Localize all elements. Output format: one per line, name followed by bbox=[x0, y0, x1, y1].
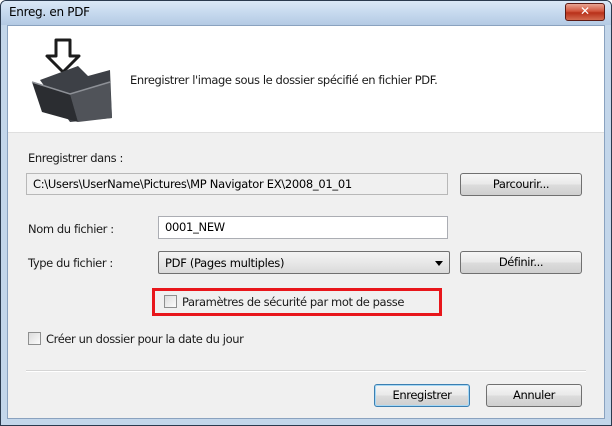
define-button[interactable]: Définir... bbox=[460, 251, 582, 274]
browse-button[interactable]: Parcourir... bbox=[460, 173, 582, 196]
save-to-folder-icon bbox=[31, 38, 112, 122]
save-button[interactable]: Enregistrer bbox=[374, 384, 470, 407]
window-title: Enreg. en PDF bbox=[9, 5, 90, 19]
dialog-content: Enregistrer l'image sous le dossier spéc… bbox=[7, 25, 605, 419]
dialog-description: Enregistrer l'image sous le dossier spéc… bbox=[130, 73, 438, 87]
dialog-header: Enregistrer l'image sous le dossier spéc… bbox=[8, 26, 604, 133]
file-name-input[interactable]: 0001_NEW bbox=[158, 216, 448, 239]
file-type-select[interactable]: PDF (Pages multiples) bbox=[158, 251, 450, 274]
file-type-selected: PDF (Pages multiples) bbox=[165, 256, 285, 270]
cancel-button[interactable]: Annuler bbox=[486, 384, 582, 407]
password-security-checkbox[interactable] bbox=[164, 295, 177, 308]
file-name-label: Nom du fichier : bbox=[28, 222, 114, 236]
create-date-folder-checkbox[interactable] bbox=[28, 332, 41, 345]
close-icon: ✕ bbox=[579, 4, 591, 18]
file-type-label: Type du fichier : bbox=[28, 256, 113, 270]
password-security-label[interactable]: Paramètres de sécurité par mot de passe bbox=[182, 295, 404, 309]
title-bar[interactable]: Enreg. en PDF ✕ bbox=[1, 1, 611, 25]
save-in-path: C:\Users\UserName\Pictures\MP Navigator … bbox=[33, 177, 352, 191]
close-button[interactable]: ✕ bbox=[565, 3, 605, 21]
save-as-pdf-dialog: Enreg. en PDF ✕ Enregistrer l'image sous… bbox=[0, 0, 612, 426]
chevron-down-icon bbox=[435, 261, 443, 266]
save-in-label: Enregistrer dans : bbox=[28, 151, 123, 165]
file-name-value: 0001_NEW bbox=[165, 220, 225, 234]
footer-divider bbox=[26, 370, 586, 372]
create-date-folder-label[interactable]: Créer un dossier pour la date du jour bbox=[46, 332, 244, 346]
save-in-path-field: C:\Users\UserName\Pictures\MP Navigator … bbox=[26, 173, 448, 195]
